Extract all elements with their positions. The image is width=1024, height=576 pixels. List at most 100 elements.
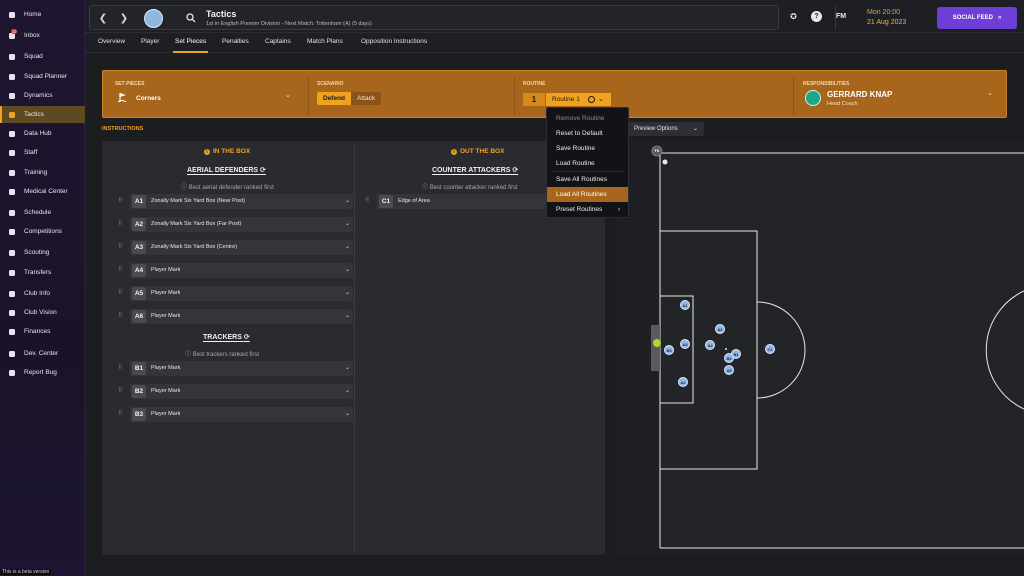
instruction-row[interactable]: ⠿ A5 Player Mark ⌄ <box>118 286 353 301</box>
sidebar-item-competitions[interactable]: Competitions <box>0 223 85 240</box>
drag-handle-icon[interactable]: ⠿ <box>118 387 124 395</box>
sidebar-item-report-bug[interactable]: Report Bug <box>0 364 85 381</box>
tab-overview[interactable]: Overview <box>98 38 125 45</box>
menu-item-save-all-routines[interactable]: Save All Routines <box>547 172 628 187</box>
refresh-icon[interactable]: ⟳ <box>512 167 518 174</box>
tab-player[interactable]: Player <box>141 38 159 45</box>
refresh-icon[interactable]: ⟳ <box>260 167 266 174</box>
info-icon: i <box>204 149 210 155</box>
chevron-down-icon[interactable]: ⌄ <box>345 289 350 296</box>
chevron-down-icon[interactable]: ⌄ <box>345 364 350 371</box>
chevron-down-icon[interactable]: ⌄ <box>345 220 350 227</box>
sidebar-item-medical-center[interactable]: Medical Center <box>0 183 85 200</box>
sidebar-item-inbox[interactable]: 12 Inbox <box>0 27 85 44</box>
menu-item-load-all-routines[interactable]: Load All Routines <box>547 187 628 202</box>
sidebar-item-dynamics[interactable]: Dynamics <box>0 87 85 104</box>
tab-opposition-instructions[interactable]: Opposition Instructions <box>361 38 427 45</box>
drag-handle-icon[interactable]: ⠿ <box>365 197 371 205</box>
instruction-row[interactable]: ⠿ B2 Player Mark ⌄ <box>118 384 353 399</box>
drag-handle-icon[interactable]: ⠿ <box>118 243 124 251</box>
instruction-row[interactable]: ⠿ A6 Player Mark ⌄ <box>118 309 353 324</box>
chevron-down-icon[interactable]: ⌄ <box>345 197 350 204</box>
menu-item-reset-to-default[interactable]: Reset to Default <box>547 126 628 141</box>
tab-match-plans[interactable]: Match Plans <box>307 38 343 45</box>
drag-handle-icon[interactable]: ⠿ <box>118 312 124 320</box>
finances-icon <box>8 328 16 336</box>
tab-captains[interactable]: Captains <box>265 38 291 45</box>
player-marker[interactable]: B2 <box>724 353 734 363</box>
back-arrow-icon[interactable]: ❮ <box>97 13 109 25</box>
instruction-row[interactable]: ⠿ A1 Zonally Mark Six Yard Box (Near Post)… <box>118 194 353 209</box>
sidebar-item-squad-planner[interactable]: Squad Planner <box>0 68 85 85</box>
drag-handle-icon[interactable]: ⠿ <box>118 289 124 297</box>
sidebar-item-finances[interactable]: Finances <box>0 323 85 340</box>
corner-taker-marker[interactable]: TK <box>652 146 662 156</box>
sidebar-item-transfers[interactable]: Transfers <box>0 264 85 281</box>
scenario-defend-button[interactable]: Defend <box>317 92 352 105</box>
chevron-down-icon[interactable]: ⌄ <box>345 410 350 417</box>
menu-item-label: Reset to Default <box>556 130 603 137</box>
preview-options-button[interactable]: Preview Options ⌄ <box>628 122 704 136</box>
sidebar-item-training[interactable]: Training <box>0 164 85 181</box>
sidebar-item-label: Dynamics <box>24 92 53 99</box>
player-marker[interactable]: A4 <box>705 340 715 350</box>
position-code: B3 <box>132 408 146 421</box>
instructions-panel: i IN THE BOX AERIAL DEFENDERS ⟳ ⓘ Best ae… <box>102 141 605 555</box>
drag-handle-icon[interactable]: ⠿ <box>118 266 124 274</box>
preview-options-label: Preview Options <box>634 126 678 132</box>
chevron-down-icon[interactable]: ⌄ <box>345 387 350 394</box>
chevron-down-icon[interactable]: ⌄ <box>345 243 350 250</box>
menu-item-preset-routines[interactable]: Preset Routines › <box>547 202 628 217</box>
instruction-row[interactable]: ⠿ A2 Zonally Mark Six Yard Box (Far Post) ⌄ <box>118 217 353 232</box>
date-time[interactable]: Mon 20:00 21 Aug 2023 <box>835 5 923 30</box>
chevron-down-icon[interactable]: ⌄ <box>987 89 993 97</box>
sidebar-item-dev-center[interactable]: Dev. Center <box>0 345 85 362</box>
instruction-row[interactable]: ⠿ A4 Player Mark ⌄ <box>118 263 353 278</box>
player-marker[interactable]: A2 <box>678 377 688 387</box>
drag-handle-icon[interactable]: ⠿ <box>118 410 124 418</box>
chevron-down-icon[interactable]: ⌄ <box>345 266 350 273</box>
sidebar-item-staff[interactable]: Staff <box>0 144 85 161</box>
player-marker[interactable]: C1 <box>765 344 775 354</box>
sidebar-item-data-hub[interactable]: Data Hub <box>0 125 85 142</box>
instruction-row[interactable]: ⠿ A3 Zonally Mark Six Yard Box (Centre) ⌄ <box>118 240 353 255</box>
drag-handle-icon[interactable]: ⠿ <box>118 364 124 372</box>
menu-item-label: Load All Routines <box>556 191 607 198</box>
tab-set-pieces[interactable]: Set Pieces <box>172 38 209 53</box>
player-marker[interactable]: A6 <box>715 324 725 334</box>
scenario-attack-button[interactable]: Attack <box>351 92 382 105</box>
chevron-down-icon[interactable]: ⌄ <box>345 312 350 319</box>
player-marker[interactable]: B3 <box>664 345 674 355</box>
menu-item-load-routine[interactable]: Load Routine <box>547 156 628 171</box>
instruction-row[interactable]: ⠿ B3 Player Mark ⌄ <box>118 407 353 422</box>
trophy-icon[interactable]: ✪ <box>788 11 799 22</box>
set-pieces-label: SET PIECES <box>115 81 145 87</box>
sidebar-item-label: Home <box>24 11 42 18</box>
search-icon[interactable] <box>186 13 196 23</box>
chevron-down-icon[interactable]: ⌄ <box>285 91 291 99</box>
menu-item-save-routine[interactable]: Save Routine <box>547 141 628 156</box>
refresh-icon[interactable]: ⟳ <box>244 334 250 341</box>
sidebar-item-squad[interactable]: Squad <box>0 48 85 65</box>
player-marker[interactable]: A5 <box>724 365 734 375</box>
position-code: C1 <box>379 195 393 208</box>
drag-handle-icon[interactable]: ⠿ <box>118 220 124 228</box>
sidebar-item-schedule[interactable]: Schedule <box>0 204 85 221</box>
instruction-row[interactable]: ⠿ B1 Player Mark ⌄ <box>118 361 353 376</box>
sidebar-item-tactics[interactable]: Tactics <box>0 106 85 123</box>
player-marker[interactable]: A1 <box>680 300 690 310</box>
sidebar-item-club-info[interactable]: Club Info <box>0 285 85 302</box>
drag-handle-icon[interactable]: ⠿ <box>118 197 124 205</box>
tab-penalties[interactable]: Penalties <box>222 38 249 45</box>
club-badge-icon[interactable] <box>144 9 163 28</box>
sidebar-item-scouting[interactable]: Scouting <box>0 244 85 261</box>
sidebar-item-home[interactable]: Home <box>0 6 85 23</box>
help-icon[interactable]: ? <box>811 11 822 22</box>
coach-name[interactable]: GERRARD KNAP <box>827 90 892 99</box>
forward-arrow-icon[interactable]: ❯ <box>118 13 130 25</box>
social-feed-button[interactable]: SOCIAL FEED » <box>937 7 1017 29</box>
sidebar-item-club-vision[interactable]: Club Vision <box>0 304 85 321</box>
player-marker[interactable]: A3 <box>680 339 690 349</box>
routine-select[interactable]: Routine 1 ⌄ <box>546 93 611 106</box>
set-piece-select[interactable]: Corners <box>136 95 161 102</box>
